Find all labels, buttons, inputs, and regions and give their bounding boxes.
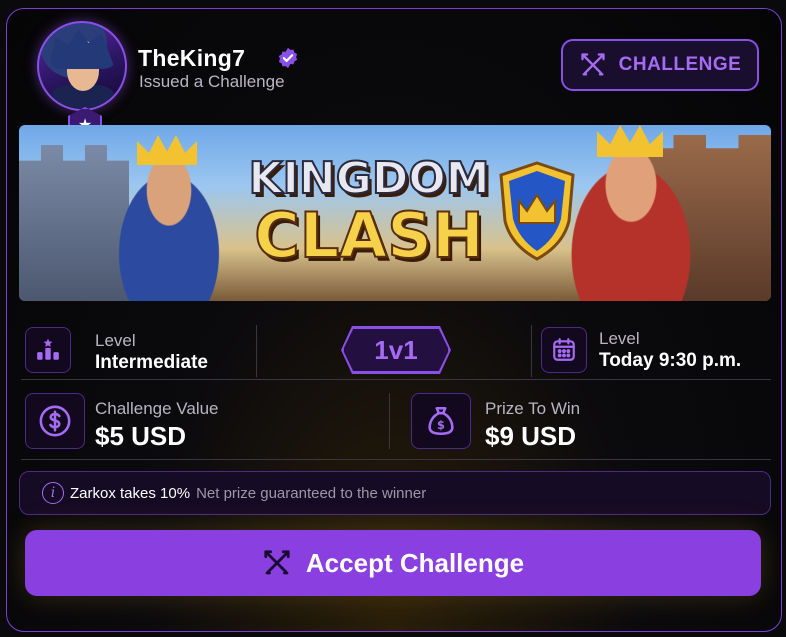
info-icon[interactable]: i xyxy=(42,482,64,504)
fee-percentage: Zarkox takes 10% xyxy=(70,484,191,502)
accept-button-label: Accept Challenge xyxy=(305,547,525,578)
level-value: Intermediate xyxy=(95,352,208,373)
challenge-button[interactable]: CHALLENGE xyxy=(561,39,759,91)
game-banner-image: KINGDOM CLASH xyxy=(19,125,771,301)
time-label: Level xyxy=(599,329,640,348)
challenge-value-label: Challenge Value xyxy=(95,399,219,418)
username[interactable]: TheKing7 xyxy=(138,45,245,72)
svg-text:$: $ xyxy=(437,418,445,432)
calendar-icon xyxy=(541,327,587,373)
subtitle: Issued a Challenge xyxy=(139,72,285,91)
game-title: KINGDOM CLASH xyxy=(234,153,504,272)
money-bag-icon: $ xyxy=(411,393,471,449)
stats-row-1: Level Intermediate 1v1 Level Today 9:30 … xyxy=(19,317,771,385)
mode-badge: 1v1 xyxy=(343,328,449,372)
divider xyxy=(531,325,532,377)
time-value: Today 9:30 p.m. xyxy=(599,350,742,371)
divider xyxy=(389,393,390,449)
divider xyxy=(256,325,257,377)
prize-value: $9 USD xyxy=(485,421,577,451)
divider xyxy=(21,459,771,460)
crown-shield-icon xyxy=(499,161,575,261)
prize-label: Prize To Win xyxy=(485,399,581,418)
divider xyxy=(21,379,771,380)
accept-challenge-button[interactable]: Accept Challenge xyxy=(25,530,761,596)
verified-icon xyxy=(278,47,298,69)
fee-description: Net prize guaranteed to the winner xyxy=(196,484,427,502)
dollar-coin-icon xyxy=(25,393,85,449)
game-title-line1: KINGDOM xyxy=(247,153,490,204)
challenge-button-label: CHALLENGE xyxy=(618,54,742,75)
crossed-swords-icon xyxy=(264,550,290,575)
crossed-swords-icon xyxy=(580,53,605,76)
game-title-line2: CLASH xyxy=(253,199,485,272)
avatar[interactable] xyxy=(37,21,127,111)
avatar-wrapper[interactable]: ★ xyxy=(37,21,127,143)
challenge-card: ★ TheKing7 Issued a Challenge CHALLENGE … xyxy=(6,8,782,632)
challenge-value: $5 USD xyxy=(95,421,187,451)
level-label: Level xyxy=(95,331,136,350)
fee-notice: i Zarkox takes 10% Net prize guaranteed … xyxy=(19,471,771,515)
level-icon xyxy=(25,327,71,373)
